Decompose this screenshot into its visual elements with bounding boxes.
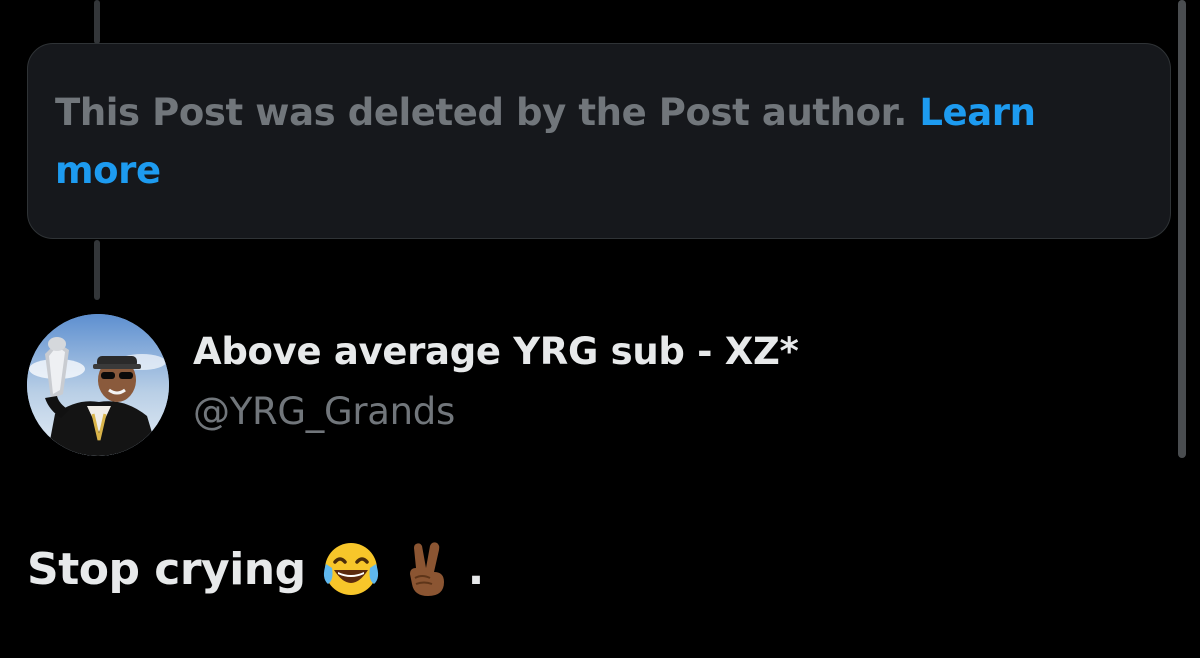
- deleted-notice-text: This Post was deleted by the Post author…: [55, 91, 907, 134]
- victory-hand-icon: [396, 538, 458, 600]
- post-body: Stop crying .: [27, 538, 484, 600]
- scrollbar[interactable]: [1178, 0, 1186, 458]
- deleted-post-notice: This Post was deleted by the Post author…: [55, 84, 1144, 200]
- author-handle[interactable]: @YRG_Grands: [193, 390, 455, 433]
- thread-connector-line: [94, 240, 100, 300]
- face-with-tears-of-joy-icon: [320, 538, 382, 600]
- thread-connector-line: [94, 0, 100, 44]
- deleted-post-card: This Post was deleted by the Post author…: [27, 43, 1171, 239]
- post-text: Stop crying: [27, 543, 306, 595]
- avatar-image: [27, 314, 169, 456]
- author-display-name[interactable]: Above average YRG sub - XZ*: [193, 330, 799, 373]
- post-trailing-dot: .: [467, 543, 485, 595]
- avatar[interactable]: [27, 314, 169, 456]
